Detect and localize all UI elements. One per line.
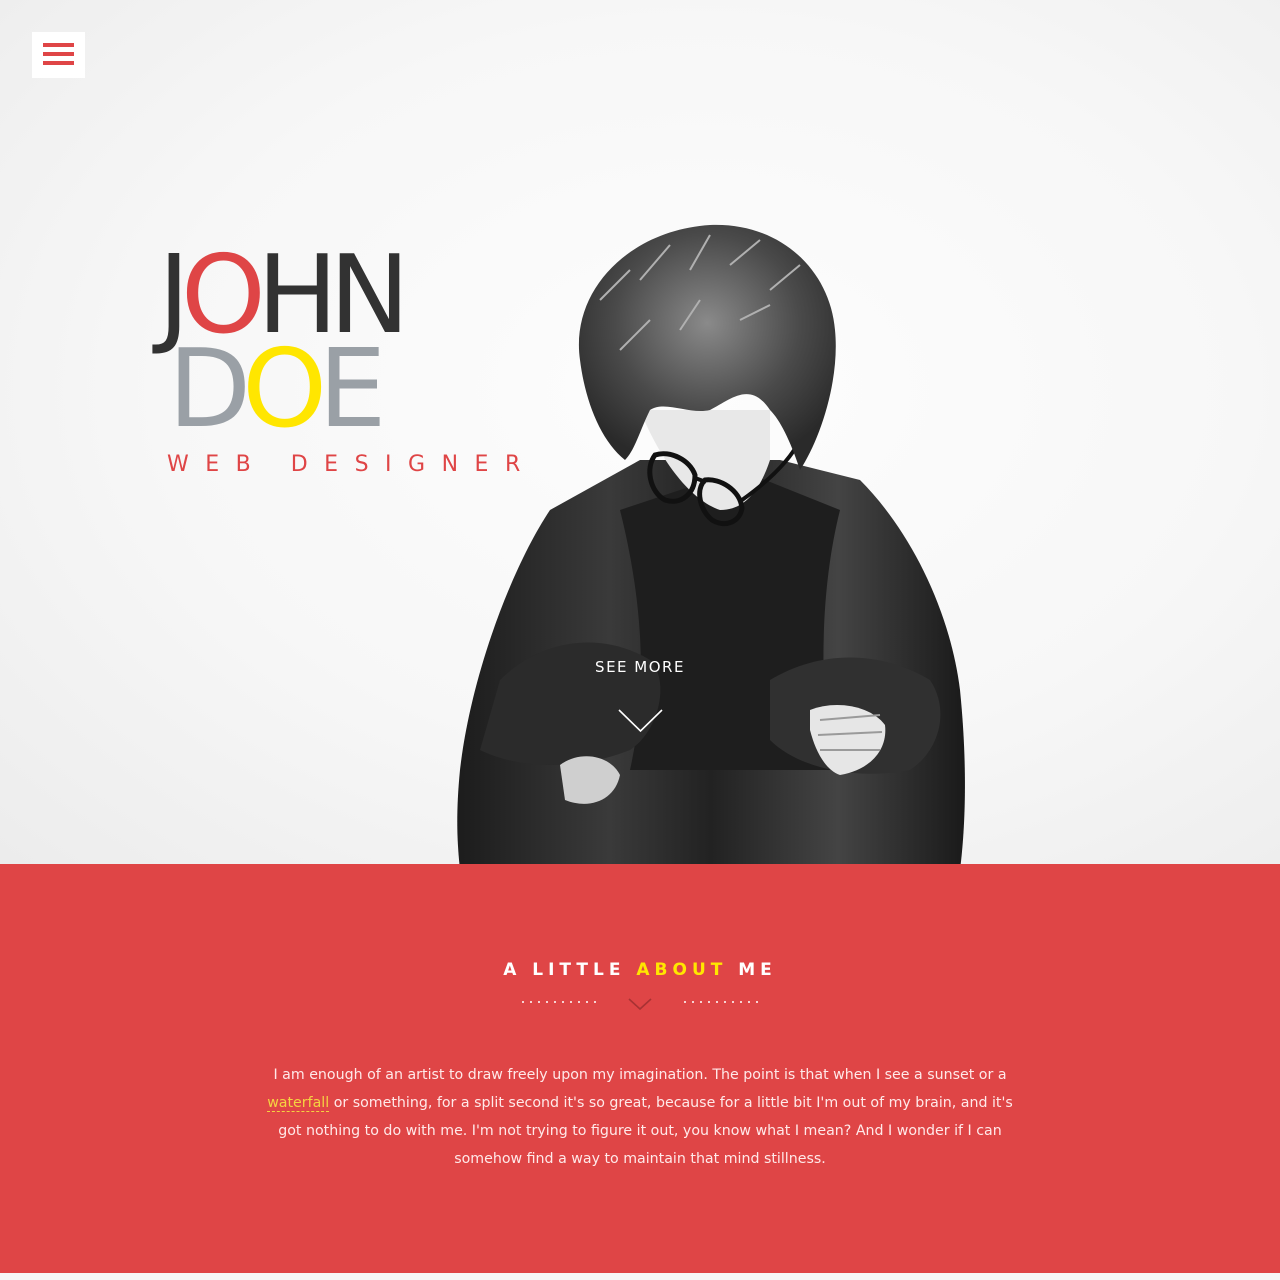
divider-dots-left <box>522 1001 596 1003</box>
portrait-photo <box>457 224 965 864</box>
role-title: WEB DESIGNER <box>167 452 537 477</box>
chevron-down-icon <box>628 998 652 1011</box>
divider-dots-right <box>684 1001 758 1003</box>
about-paragraph: I am enough of an artist to draw freely … <box>262 1061 1018 1173</box>
hamburger-menu-icon-bar <box>43 52 74 56</box>
about-heading-part-2: ME <box>727 960 777 980</box>
see-more-link[interactable]: SEE MORE <box>540 658 740 676</box>
name-last-part-2: E <box>318 327 386 452</box>
name-last-part-0: D <box>168 327 251 452</box>
about-text-start: I am enough of an artist to draw freely … <box>273 1067 1007 1083</box>
hamburger-menu-icon <box>43 43 74 47</box>
name-last: DOE <box>168 336 386 444</box>
hamburger-menu-icon-bar <box>43 61 74 65</box>
name-last-part-1: O <box>242 327 327 452</box>
hero-section: JOHN DOE WEB DESIGNER SEE MORE <box>0 0 1280 864</box>
about-heading-part-0: A LITTLE <box>503 960 637 980</box>
menu-button[interactable] <box>32 32 85 78</box>
waterfall-link[interactable]: waterfall <box>267 1095 330 1112</box>
about-text-end: or something, for a split second it's so… <box>278 1095 1013 1167</box>
about-heading: A LITTLE ABOUT ME <box>0 960 1280 980</box>
about-heading-part-1: ABOUT <box>636 960 728 980</box>
chevron-down-icon[interactable] <box>618 708 663 734</box>
